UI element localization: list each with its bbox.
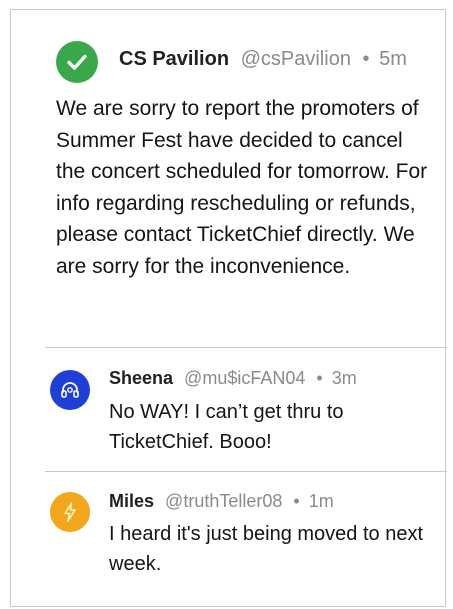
avatar[interactable] bbox=[50, 492, 90, 532]
reply-header: Sheena @mu$icFAN04 • 3m bbox=[109, 368, 357, 389]
author-name[interactable]: Sheena bbox=[109, 368, 173, 388]
post-time: 3m bbox=[331, 368, 357, 388]
avatar[interactable] bbox=[50, 370, 90, 410]
feed-panel: CS Pavilion @csPavilion • 5m We are sorr… bbox=[10, 9, 447, 607]
headphones-icon bbox=[61, 382, 79, 398]
avatar[interactable] bbox=[56, 41, 98, 83]
meta-separator: • bbox=[293, 491, 300, 511]
main-post: CS Pavilion @csPavilion • 5m We are sorr… bbox=[11, 10, 445, 347]
author-handle[interactable]: @mu$icFAN04 bbox=[184, 368, 305, 388]
author-name[interactable]: CS Pavilion bbox=[119, 48, 229, 70]
meta-separator: • bbox=[362, 48, 370, 70]
reply-body: I heard it's just being moved to next we… bbox=[109, 523, 423, 575]
reply-header: Miles @truthTeller08 • 1m bbox=[109, 491, 334, 512]
checkmark-icon bbox=[67, 54, 87, 70]
author-name[interactable]: Miles bbox=[109, 491, 154, 511]
author-handle[interactable]: @truthTeller08 bbox=[165, 491, 282, 511]
post-body: We are sorry to report the promoters of … bbox=[56, 97, 428, 278]
post-time: 1m bbox=[308, 491, 334, 511]
lightning-icon bbox=[64, 502, 76, 522]
post-time: 5m bbox=[379, 48, 407, 70]
reply-item: Miles @truthTeller08 • 1m I heard it's j… bbox=[11, 471, 445, 607]
post-header: CS Pavilion @csPavilion • 5m bbox=[119, 48, 407, 71]
meta-separator: • bbox=[316, 368, 323, 388]
reply-item: Sheena @mu$icFAN04 • 3m No WAY! I can’t … bbox=[11, 347, 445, 471]
reply-body: No WAY! I can’t get thru to TicketChief.… bbox=[109, 401, 344, 453]
author-handle[interactable]: @csPavilion bbox=[241, 48, 351, 70]
